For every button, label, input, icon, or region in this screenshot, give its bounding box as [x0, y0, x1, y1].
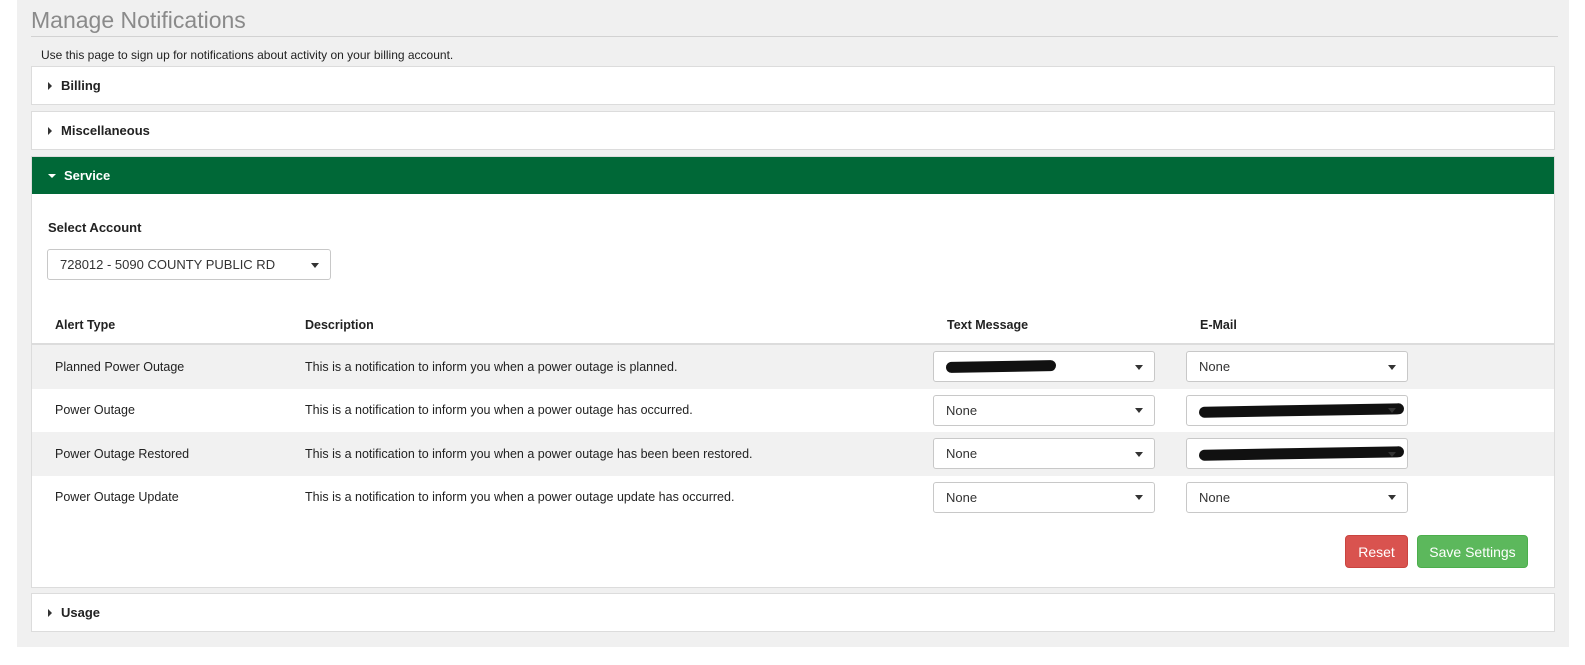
billing-panel: Billing: [31, 66, 1555, 105]
account-select[interactable]: 728012 - 5090 COUNTY PUBLIC RD: [47, 249, 331, 280]
text-message-select[interactable]: [933, 351, 1155, 383]
text-message-select-value: None: [946, 446, 978, 462]
description-cell: This is a notification to inform you whe…: [305, 403, 693, 418]
text-message-cell: None: [933, 389, 1186, 433]
account-select-value: 728012 - 5090 COUNTY PUBLIC RD: [60, 257, 276, 272]
page-intro: Use this page to sign up for notificatio…: [41, 48, 454, 62]
alert-type-cell: Planned Power Outage: [32, 344, 305, 389]
alert-type-cell: Power Outage: [55, 403, 135, 418]
text-message-select-value: None: [946, 489, 978, 505]
reset-button[interactable]: Reset: [1345, 535, 1408, 568]
column-header-text-message-cell: Text Message: [933, 307, 1186, 345]
column-header-email-cell: E-Mail: [1186, 307, 1554, 345]
chevron-down-icon: [1135, 364, 1143, 370]
email-cell: [1186, 389, 1554, 433]
chevron-down-icon: [1135, 451, 1143, 457]
redacted-value: [1198, 402, 1405, 418]
service-panel: Service Select Account 728012 - 5090 COU…: [31, 156, 1555, 588]
column-header-email: E-Mail: [1200, 318, 1237, 332]
caret-down-icon: [48, 173, 56, 178]
miscellaneous-panel: Miscellaneous: [31, 111, 1555, 150]
usage-panel-title: Usage: [61, 605, 101, 620]
chevron-down-icon: [1388, 495, 1396, 501]
description-cell: This is a notification to inform you whe…: [305, 432, 933, 476]
miscellaneous-panel-title: Miscellaneous: [61, 123, 150, 138]
chevron-down-icon: [1135, 408, 1143, 414]
service-panel-title: Service: [64, 168, 111, 183]
table-row: Power Outage Restored This is a notifica…: [32, 432, 1554, 476]
text-message-select[interactable]: None: [933, 394, 1155, 426]
table-header-row: Alert Type Description Text Message E-Ma…: [32, 307, 1554, 345]
table-row: Power Outage This is a notification to i…: [32, 389, 1554, 433]
usage-panel: Usage: [31, 593, 1555, 632]
column-header-alert-type: Alert Type: [32, 307, 305, 345]
email-cell: [1186, 432, 1554, 476]
column-header-text-message: Text Message: [947, 318, 1029, 332]
email-select[interactable]: None: [1186, 481, 1408, 513]
text-message-cell: None: [933, 432, 1186, 476]
table-row: Planned Power Outage This is a notificat…: [32, 344, 1554, 389]
chevron-down-icon: [1135, 495, 1143, 501]
alerts-table: Alert Type Description Text Message E-Ma…: [32, 307, 1554, 519]
email-select[interactable]: [1186, 438, 1408, 470]
text-message-select[interactable]: None: [933, 438, 1155, 470]
chevron-down-icon: [1388, 364, 1396, 370]
billing-panel-header[interactable]: Billing: [32, 67, 1554, 104]
text-message-select-value: None: [946, 402, 978, 418]
chevron-down-icon: [1388, 451, 1396, 457]
email-cell: None: [1186, 476, 1554, 520]
chevron-down-icon: [311, 262, 319, 268]
alert-type-cell: Power Outage Update: [55, 490, 179, 505]
description-cell: This is a notification to inform you whe…: [305, 490, 735, 505]
miscellaneous-panel-header[interactable]: Miscellaneous: [32, 112, 1554, 149]
billing-panel-title: Billing: [61, 78, 101, 93]
service-panel-header[interactable]: Service: [32, 157, 1554, 194]
page-container: Manage Notifications Use this page to si…: [17, 0, 1569, 647]
description-cell: This is a notification to inform you whe…: [305, 344, 933, 389]
text-message-select[interactable]: None: [933, 481, 1155, 513]
page-title: Manage Notifications: [31, 7, 246, 33]
title-divider: [31, 36, 1558, 37]
table-row: Power Outage Update This is a notificati…: [32, 476, 1554, 520]
alert-type-cell: Power Outage Restored: [32, 432, 305, 476]
caret-right-icon: [48, 608, 52, 617]
caret-right-icon: [48, 81, 52, 90]
email-select[interactable]: None: [1186, 351, 1408, 383]
email-select-value: None: [1199, 489, 1231, 505]
column-header-description: Description: [305, 307, 933, 345]
service-panel-body: Select Account 728012 - 5090 COUNTY PUBL…: [32, 194, 1554, 587]
chevron-down-icon: [1388, 408, 1396, 414]
email-select[interactable]: [1186, 394, 1408, 426]
text-message-cell: None: [933, 476, 1186, 520]
text-message-cell: [933, 344, 1186, 389]
redacted-value: [1198, 446, 1405, 462]
redacted-value: [945, 360, 1057, 374]
email-select-value: None: [1199, 359, 1231, 375]
select-account-label: Select Account: [48, 220, 142, 235]
usage-panel-header[interactable]: Usage: [32, 594, 1554, 631]
save-settings-button[interactable]: Save Settings: [1417, 535, 1528, 568]
caret-right-icon: [48, 126, 52, 135]
email-cell: None: [1186, 344, 1554, 389]
